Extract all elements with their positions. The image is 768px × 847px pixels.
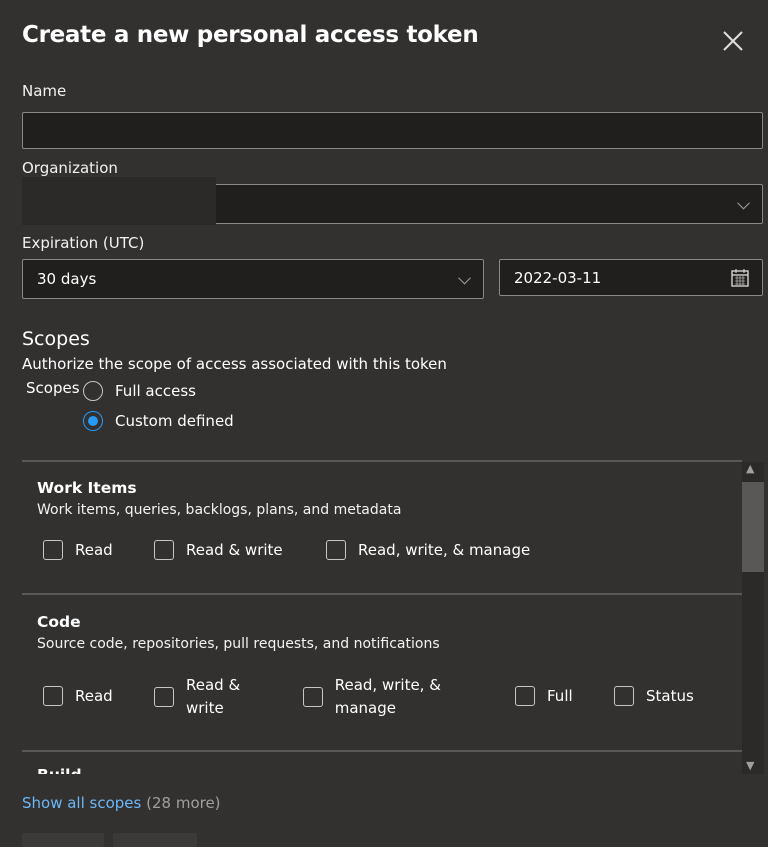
- show-all-scopes-link[interactable]: Show all scopes: [22, 794, 141, 812]
- expiration-label: Expiration (UTC): [22, 234, 145, 252]
- section-title-clipped: Build: [37, 766, 82, 774]
- scroll-up-icon[interactable]: ▲: [746, 462, 754, 475]
- checkbox-code-full[interactable]: Full: [515, 686, 573, 706]
- radio-label: Custom defined: [115, 412, 234, 430]
- radio-selected-icon: [83, 411, 103, 431]
- calendar-icon[interactable]: [730, 268, 750, 288]
- checkbox-icon: [43, 686, 63, 706]
- divider: [22, 750, 742, 752]
- organization-label: Organization: [22, 159, 118, 177]
- section-title: Work Items: [37, 479, 137, 497]
- show-all-scopes: Show all scopes (28 more): [22, 794, 221, 812]
- create-button[interactable]: [22, 833, 104, 847]
- expiration-value: 30 days: [37, 270, 97, 288]
- dialog-title: Create a new personal access token: [22, 22, 479, 48]
- radio-label: Full access: [115, 382, 196, 400]
- checkbox-icon: [515, 686, 535, 706]
- scopes-description: Authorize the scope of access associated…: [22, 355, 447, 373]
- expiration-date-input[interactable]: 2022-03-11: [499, 259, 763, 296]
- checkbox-icon: [154, 687, 174, 707]
- radio-icon: [83, 381, 103, 401]
- checkbox-label: Status: [646, 687, 694, 705]
- checkbox-workitems-manage[interactable]: Read, write, & manage: [326, 540, 530, 560]
- checkbox-icon: [154, 540, 174, 560]
- divider: [22, 593, 742, 595]
- section-description: Source code, repositories, pull requests…: [37, 636, 440, 652]
- section-title: Build: [37, 766, 82, 774]
- redacted-organization: [22, 177, 216, 225]
- checkbox-label: Read: [75, 687, 113, 705]
- section-title: Code: [37, 613, 81, 631]
- chevron-down-icon: [737, 196, 750, 210]
- scroll-down-icon[interactable]: ▼: [746, 759, 754, 772]
- scopes-heading: Scopes: [22, 328, 90, 350]
- section-description: Work items, queries, backlogs, plans, an…: [37, 502, 402, 518]
- name-label: Name: [22, 82, 67, 100]
- scopes-group-label: Scopes: [26, 379, 80, 397]
- name-input[interactable]: [22, 112, 763, 149]
- checkbox-code-status[interactable]: Status: [614, 686, 694, 706]
- checkbox-icon: [43, 540, 63, 560]
- checkbox-label: Full: [547, 687, 573, 705]
- scrollbar-thumb[interactable]: [742, 482, 764, 572]
- expiration-dropdown[interactable]: 30 days: [22, 259, 484, 299]
- checkbox-label: Read: [75, 541, 113, 559]
- more-count: (28 more): [146, 794, 221, 812]
- checkbox-label: Read, write, & manage: [358, 541, 531, 559]
- divider: [22, 460, 742, 462]
- date-value: 2022-03-11: [514, 268, 602, 287]
- checkbox-code-read[interactable]: Read: [43, 686, 113, 706]
- checkbox-icon: [303, 687, 323, 707]
- close-icon[interactable]: [718, 26, 748, 56]
- checkbox-icon: [614, 686, 634, 706]
- radio-full-access[interactable]: Full access: [83, 381, 196, 401]
- checkbox-label: Read, write, & manage: [334, 676, 441, 717]
- radio-custom-defined[interactable]: Custom defined: [83, 411, 234, 431]
- chevron-down-icon: [458, 271, 471, 285]
- checkbox-code-read-write[interactable]: Read & write: [154, 674, 264, 720]
- checkbox-workitems-read[interactable]: Read: [43, 540, 113, 560]
- cancel-button[interactable]: [113, 833, 197, 847]
- checkbox-icon: [326, 540, 346, 560]
- checkbox-label: Read & write: [186, 676, 241, 717]
- checkbox-label: Read & write: [186, 541, 283, 559]
- checkbox-workitems-read-write[interactable]: Read & write: [154, 540, 283, 560]
- checkbox-code-manage[interactable]: Read, write, & manage: [303, 674, 453, 720]
